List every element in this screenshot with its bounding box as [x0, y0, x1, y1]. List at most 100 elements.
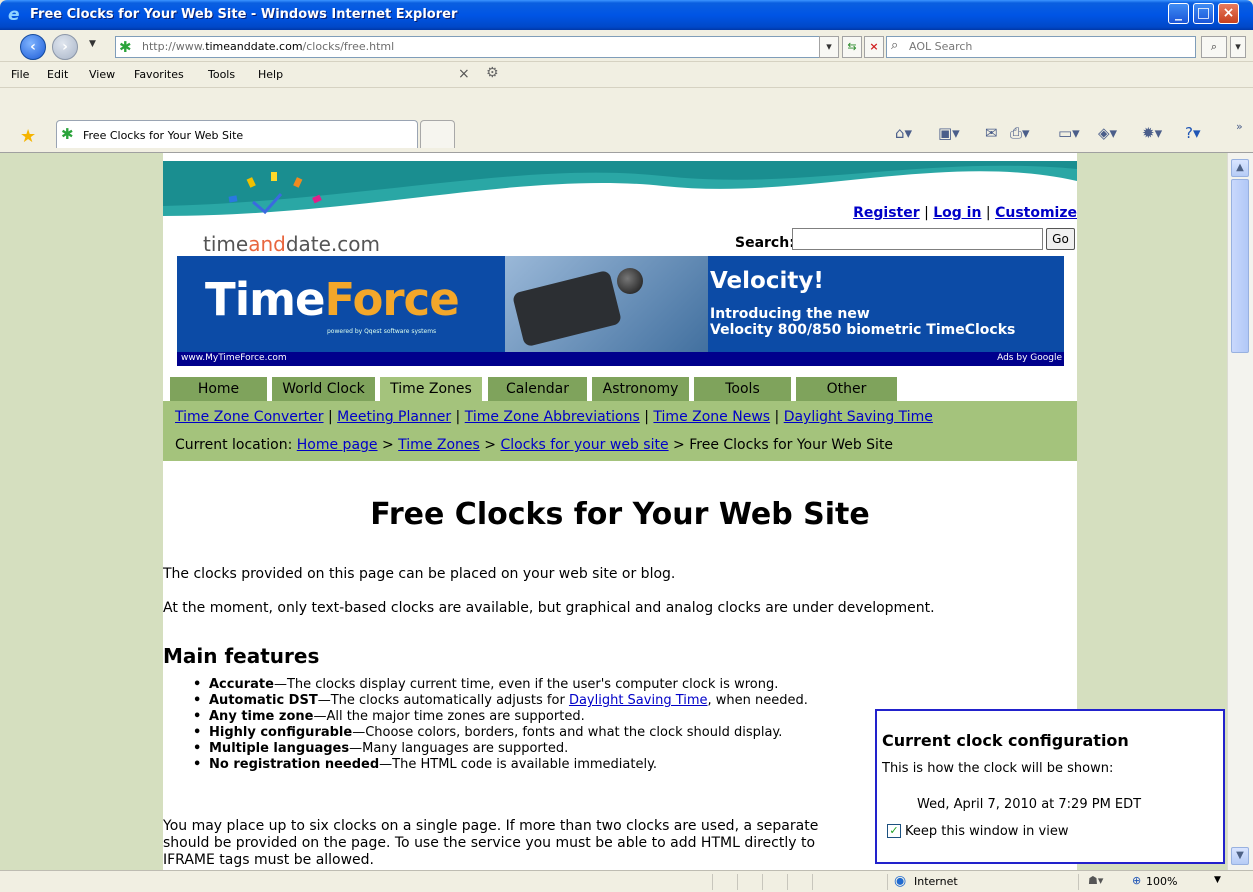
menu-help[interactable]: Help	[258, 68, 283, 81]
zoom-level[interactable]: 100%	[1146, 875, 1177, 888]
site-logo[interactable]: timeanddate.com	[203, 232, 380, 256]
zoom-dropdown-icon[interactable]: ▼	[1214, 875, 1221, 885]
config-description: This is how the clock will be shown:	[882, 761, 1114, 776]
clock-configuration-panel: Current clock configuration This is how …	[875, 709, 1225, 864]
menu-favorites[interactable]: Favorites	[134, 68, 184, 81]
search-go-button[interactable]: ⌕	[1201, 36, 1227, 58]
nav-tab-other[interactable]: Other	[796, 377, 898, 401]
search-options-button[interactable]: ▾	[1230, 36, 1246, 58]
search-icon: ⌕	[891, 38, 899, 53]
scroll-up-button[interactable]: ▲	[1231, 159, 1249, 177]
breadcrumb-time-zones[interactable]: Time Zones	[398, 437, 480, 453]
site-favicon-icon: ✱	[119, 38, 132, 56]
tab-current[interactable]: ✱ Free Clocks for Your Web Site	[56, 120, 418, 148]
breadcrumb-current: Free Clocks for Your Web Site	[689, 437, 894, 453]
feeds-icon[interactable]: ▣▾	[938, 124, 960, 142]
address-url: http://www.timeanddate.com/clocks/free.h…	[142, 40, 395, 53]
close-button[interactable]: ×	[1218, 3, 1239, 24]
site-nav-tabs: Home World Clock Time Zones Calendar Ast…	[170, 377, 1070, 401]
dst-link[interactable]: Daylight Saving Time	[569, 693, 708, 708]
tab-label: Free Clocks for Your Web Site	[83, 129, 244, 142]
address-dropdown-button[interactable]: ▾	[819, 36, 839, 58]
vertical-scrollbar[interactable]: ▲ ▼	[1227, 153, 1253, 870]
nav-tab-tools[interactable]: Tools	[694, 377, 792, 401]
nav-tab-time-zones[interactable]: Time Zones	[380, 377, 483, 401]
site-search-go-button[interactable]: Go	[1046, 228, 1075, 250]
menu-file[interactable]: File	[11, 68, 29, 81]
stop-button[interactable]: ×	[864, 36, 884, 58]
status-bar: ◉ Internet ☗▾ ⊕ 100% ▼	[0, 870, 1253, 892]
site-header: timeanddate.com Register | Log in | Cust…	[163, 161, 1077, 256]
new-tab-button[interactable]	[420, 120, 455, 148]
ad-brand: TimeForce	[205, 273, 460, 326]
login-link[interactable]: Log in	[933, 205, 981, 221]
ads-by-google-link[interactable]: Ads by Google	[997, 353, 1062, 363]
refresh-button[interactable]: ⇆	[842, 36, 862, 58]
translate-icon[interactable]: ⚙	[486, 65, 499, 81]
menu-edit[interactable]: Edit	[47, 68, 68, 81]
subnav-time-zone-converter[interactable]: Time Zone Converter	[175, 409, 324, 425]
security-zone[interactable]: Internet	[914, 875, 958, 888]
subnav-time-zone-abbreviations[interactable]: Time Zone Abbreviations	[465, 409, 640, 425]
breadcrumb-clocks[interactable]: Clocks for your web site	[500, 437, 668, 453]
search-input[interactable]: ⌕ AOL Search	[886, 36, 1196, 58]
ie-logo-icon: e	[8, 5, 20, 25]
subnav-links: Time Zone Converter | Meeting Planner | …	[175, 409, 933, 425]
tools-gear-icon[interactable]: ✹▾	[1142, 124, 1162, 142]
ad-line2: Velocity 800/850 biometric TimeClocks	[710, 322, 1016, 338]
subnav-daylight-saving-time[interactable]: Daylight Saving Time	[784, 409, 933, 425]
nav-tab-astronomy[interactable]: Astronomy	[592, 377, 690, 401]
menu-tools[interactable]: Tools	[208, 68, 235, 81]
safety-icon[interactable]: ◈▾	[1098, 124, 1117, 142]
ad-banner[interactable]: TimeForce powered by Qqest software syst…	[177, 256, 1064, 366]
toolbar-overflow-icon[interactable]: »	[1236, 120, 1243, 133]
subnav-meeting-planner[interactable]: Meeting Planner	[337, 409, 451, 425]
page-menu-icon[interactable]: ▭▾	[1058, 124, 1080, 142]
site-search-label: Search:	[735, 235, 795, 251]
print-icon[interactable]: ⎙▾	[1010, 124, 1030, 142]
clock-preview: Wed, April 7, 2010 at 7:29 PM EDT	[917, 797, 1142, 812]
breadcrumb-label: Current location:	[175, 437, 293, 453]
features-heading: Main features	[163, 644, 320, 668]
list-item: Accurate—The clocks display current time…	[191, 677, 808, 693]
keep-in-view-label[interactable]: Keep this window in view	[905, 824, 1068, 839]
forward-button[interactable]: ›	[52, 34, 78, 60]
address-toolbar: ‹ › ▼ ✱ http://www.timeanddate.com/clock…	[0, 30, 1253, 62]
minimize-button[interactable]: _	[1168, 3, 1189, 24]
list-item: Highly configurable—Choose colors, borde…	[191, 725, 808, 741]
scroll-thumb[interactable]	[1231, 179, 1249, 353]
zoom-icon[interactable]: ⊕	[1132, 874, 1141, 887]
register-link[interactable]: Register	[853, 205, 920, 221]
subnav-time-zone-news[interactable]: Time Zone News	[653, 409, 770, 425]
scroll-down-button[interactable]: ▼	[1231, 847, 1249, 865]
account-links: Register | Log in | Customize	[853, 205, 1077, 221]
protected-mode-icon[interactable]: ☗▾	[1088, 874, 1103, 887]
nav-tab-world-clock[interactable]: World Clock	[272, 377, 376, 401]
favorites-star-icon[interactable]: ★	[20, 126, 36, 147]
usage-paragraph-line-2: should be provided on the page. To use t…	[163, 835, 816, 851]
keep-in-view-checkbox[interactable]: ✓	[887, 824, 901, 838]
logo-swoosh-icon	[228, 172, 322, 215]
window-titlebar[interactable]: e Free Clocks for Your Web Site - Window…	[0, 0, 1253, 30]
menu-view[interactable]: View	[89, 68, 115, 81]
back-button[interactable]: ‹	[20, 34, 46, 60]
config-title: Current clock configuration	[882, 731, 1129, 750]
site-search-input[interactable]	[792, 228, 1043, 250]
ad-powered-by: powered by Qqest software systems	[327, 328, 437, 335]
sub-navigation: Time Zone Converter | Meeting Planner | …	[163, 401, 1077, 461]
nav-tab-calendar[interactable]: Calendar	[488, 377, 588, 401]
maximize-button[interactable]: □	[1193, 3, 1214, 24]
window-title: Free Clocks for Your Web Site - Windows …	[30, 7, 458, 22]
customize-link[interactable]: Customize	[995, 205, 1077, 221]
recent-pages-dropdown-icon[interactable]: ▼	[89, 39, 96, 49]
nav-tab-home[interactable]: Home	[170, 377, 268, 401]
ad-url[interactable]: www.MyTimeForce.com	[181, 353, 287, 363]
close-toolbar-icon[interactable]: ×	[458, 66, 470, 82]
usage-paragraph-line-3: IFRAME tags must be allowed.	[163, 852, 375, 868]
breadcrumb-home[interactable]: Home page	[297, 437, 378, 453]
ad-headline: Velocity!	[710, 268, 824, 294]
mail-icon[interactable]: ✉	[985, 124, 998, 142]
address-bar[interactable]: ✱ http://www.timeanddate.com/clocks/free…	[115, 36, 833, 58]
help-icon[interactable]: ?▾	[1185, 124, 1201, 142]
home-icon[interactable]: ⌂▾	[895, 124, 912, 142]
